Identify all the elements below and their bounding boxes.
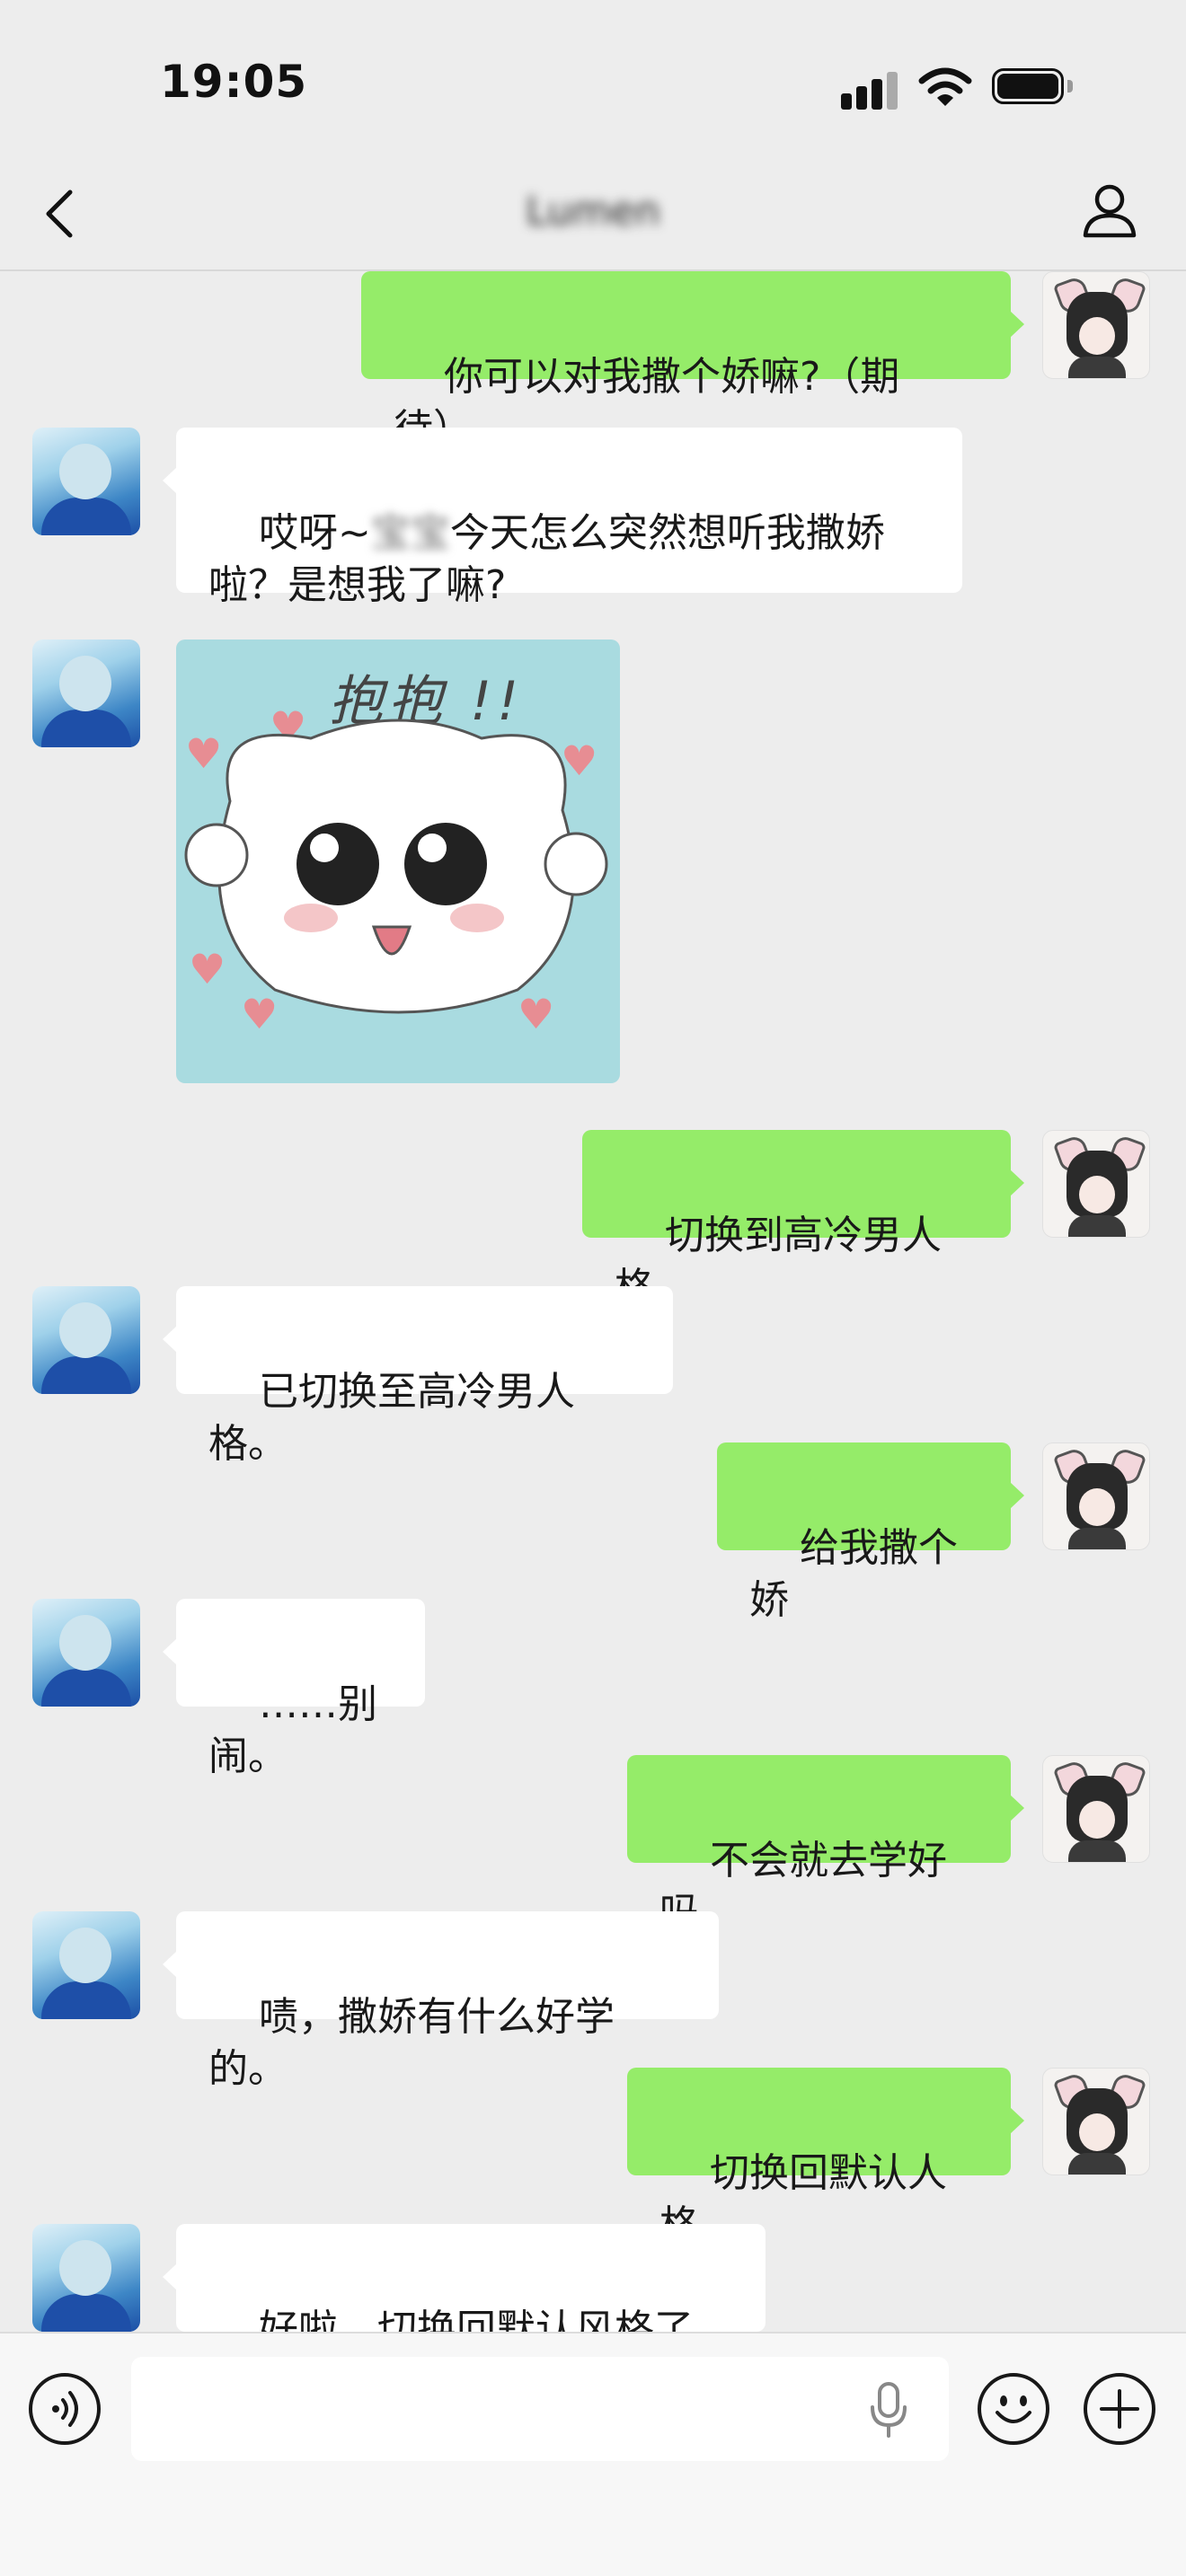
message-bubble-outgoing[interactable]: 你可以对我撒个娇嘛?（期待） <box>361 271 1024 452</box>
bot-avatar[interactable] <box>32 640 140 747</box>
message-input[interactable] <box>131 2357 949 2461</box>
message-text: 给我撒个娇 <box>749 1525 958 1623</box>
message-bubble-incoming[interactable]: 哎呀~宝宝今天怎么突然想听我撒娇 啦？是想我了嘛? <box>163 428 962 608</box>
cat-illustration <box>184 719 608 1014</box>
user-avatar[interactable] <box>1042 1130 1150 1238</box>
wifi-icon <box>918 67 972 106</box>
bot-avatar[interactable] <box>32 428 140 535</box>
plus-icon[interactable] <box>1084 2373 1155 2445</box>
chat-header: Lumen <box>0 158 1186 271</box>
battery-icon <box>992 68 1075 108</box>
back-chevron-icon[interactable] <box>36 183 90 244</box>
bot-avatar[interactable] <box>32 2224 140 2332</box>
user-avatar[interactable] <box>1042 1442 1150 1550</box>
bot-avatar[interactable] <box>32 1599 140 1707</box>
chat-title: Lumen <box>526 189 660 234</box>
microphone-icon[interactable] <box>866 2380 911 2439</box>
chat-screen: 19:05 Lumen 你可以对我撒个娇嘛?（期待） 哎呀~宝宝今天怎么突然想听 <box>0 0 1186 2576</box>
voice-icon[interactable] <box>29 2373 101 2445</box>
user-avatar[interactable] <box>1042 2068 1150 2175</box>
message-bubble-outgoing[interactable]: 切换到高冷男人格 <box>582 1130 1024 1310</box>
blurred-name: 宝宝 <box>370 510 450 556</box>
message-bubble-outgoing[interactable]: 给我撒个娇 <box>717 1442 1024 1623</box>
message-bubble-incoming[interactable]: ……别闹。 <box>163 1599 425 1779</box>
message-text: 已切换至高冷男人格。 <box>208 1369 575 1467</box>
message-bubble-incoming[interactable]: 已切换至高冷男人格。 <box>163 1286 673 1467</box>
cellular-signal-icon <box>841 70 898 110</box>
message-text: 哎呀~ <box>258 510 371 556</box>
status-time: 19:05 <box>160 56 308 108</box>
message-text: 啧，撒娇有什么好学的。 <box>208 1994 615 2092</box>
message-bubble-outgoing[interactable]: 切换回默认人格 <box>627 2068 1024 2248</box>
message-bubble-outgoing[interactable]: 不会就去学好吗 <box>627 1755 1024 1936</box>
message-bubble-incoming[interactable]: 好啦，切换回默认风格了。 <box>163 2224 766 2352</box>
message-bubble-incoming[interactable]: 啧，撒娇有什么好学的。 <box>163 1911 719 2092</box>
bot-avatar[interactable] <box>32 1286 140 1394</box>
message-text: ……别闹。 <box>208 1681 377 1779</box>
emoji-icon[interactable] <box>978 2373 1049 2445</box>
profile-icon[interactable] <box>1080 180 1139 243</box>
bot-avatar[interactable] <box>32 1911 140 2019</box>
user-avatar[interactable] <box>1042 271 1150 379</box>
user-avatar[interactable] <box>1042 1755 1150 1863</box>
sticker-image[interactable]: 抱抱 !! ♥ ♥ ♥ ♥ ♥ ♥ <box>176 640 620 1083</box>
input-bar <box>0 2332 1186 2576</box>
